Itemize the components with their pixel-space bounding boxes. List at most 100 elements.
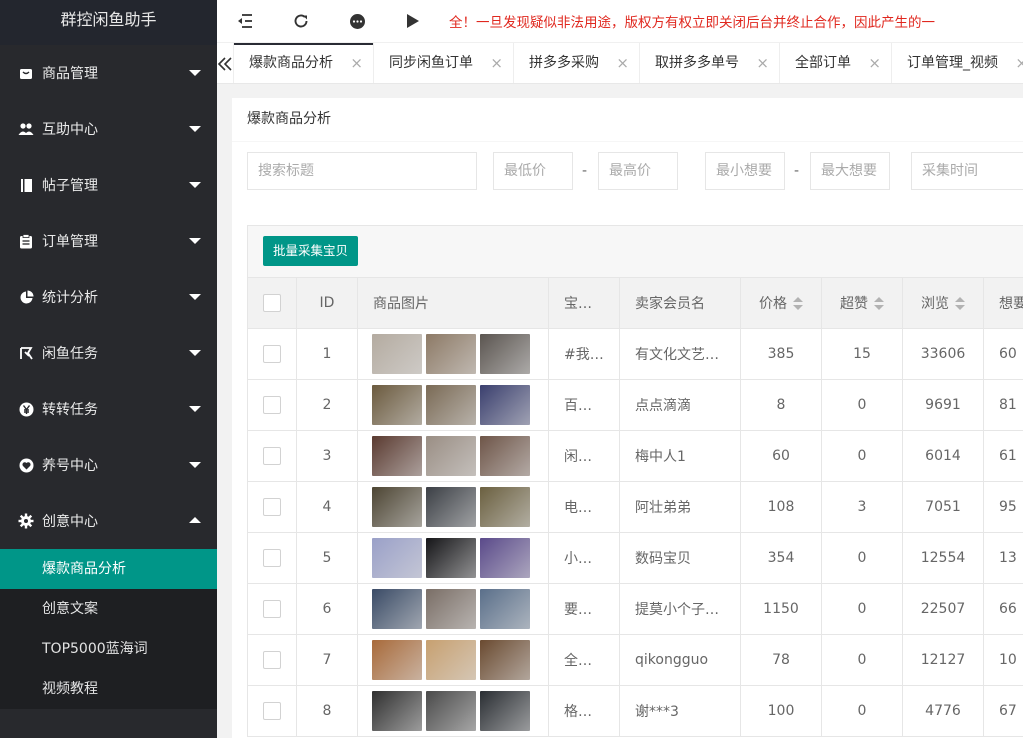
close-icon[interactable]: × <box>350 43 363 83</box>
col-price[interactable]: 价格 <box>740 277 822 329</box>
close-icon[interactable]: × <box>868 43 881 83</box>
product-thumbnail[interactable] <box>372 385 422 425</box>
submenu-item-creative-copy[interactable]: 创意文案 <box>0 589 217 629</box>
row-checkbox[interactable] <box>263 549 281 567</box>
tab-2[interactable]: 同步闲鱼订单 × <box>374 43 514 83</box>
cell-id: 2 <box>296 379 358 431</box>
cell-views: 7051 <box>902 481 984 533</box>
sidebar-item-stats[interactable]: 统计分析 <box>0 269 217 325</box>
row-checkbox[interactable] <box>263 447 281 465</box>
close-icon[interactable]: × <box>756 43 769 83</box>
tab-5[interactable]: 全部订单 × <box>780 43 892 83</box>
submenu-item-top5000-keywords[interactable]: TOP5000蓝海词 <box>0 629 217 669</box>
close-icon[interactable]: × <box>616 43 629 83</box>
product-thumbnail[interactable] <box>372 589 422 629</box>
product-thumbnail[interactable] <box>426 691 476 731</box>
table-row: 5 小… 数码宝贝 354 0 12554 13 <box>247 532 1023 584</box>
row-checkbox[interactable] <box>263 345 281 363</box>
row-select-cell <box>247 634 297 686</box>
sidebar-item-posts[interactable]: 帖子管理 <box>0 157 217 213</box>
product-thumbnail[interactable] <box>372 640 422 680</box>
row-checkbox[interactable] <box>263 600 281 618</box>
product-thumbnail[interactable] <box>426 538 476 578</box>
cell-title: 要… <box>548 583 620 635</box>
max-price-input[interactable]: 最高价 <box>598 152 678 190</box>
sidebar-item-account-care[interactable]: 养号中心 <box>0 437 217 493</box>
pie-chart-icon <box>18 289 34 305</box>
product-thumbnail[interactable] <box>480 334 530 374</box>
batch-collect-button[interactable]: 批量采集宝贝 <box>263 236 359 266</box>
product-thumbnail[interactable] <box>426 640 476 680</box>
product-thumbnail[interactable] <box>426 385 476 425</box>
tab-6[interactable]: 订单管理_视频 × <box>892 43 1023 83</box>
chat-icon[interactable] <box>329 0 385 43</box>
cell-images <box>357 685 549 737</box>
sidebar-item-zhuanzhuan-tasks[interactable]: 转转任务 <box>0 381 217 437</box>
product-thumbnail[interactable] <box>372 436 422 476</box>
product-thumbnail[interactable] <box>480 538 530 578</box>
product-thumbnail[interactable] <box>426 436 476 476</box>
row-checkbox[interactable] <box>263 702 281 720</box>
product-thumbnail[interactable] <box>480 691 530 731</box>
sidebar-item-goods[interactable]: 商品管理 <box>0 45 217 101</box>
cell-want: 13 <box>983 532 1023 584</box>
product-thumbnail[interactable] <box>480 385 530 425</box>
table-row: 7 全… qikongguo 78 0 12127 10 <box>247 634 1023 686</box>
row-checkbox[interactable] <box>263 396 281 414</box>
col-likes[interactable]: 超赞 <box>821 277 903 329</box>
cell-images <box>357 430 549 482</box>
min-want-input[interactable]: 最小想要 <box>705 152 785 190</box>
cell-want: 66 <box>983 583 1023 635</box>
close-icon[interactable]: × <box>490 43 503 83</box>
product-thumbnail[interactable] <box>426 487 476 527</box>
cell-title: 小… <box>548 532 620 584</box>
product-thumbnail[interactable] <box>480 436 530 476</box>
sort-views-icon[interactable] <box>955 297 965 311</box>
cell-want: 60 <box>983 328 1023 380</box>
collapse-menu-icon[interactable] <box>217 0 273 43</box>
cell-want: 81 <box>983 379 1023 431</box>
search-title-input[interactable]: 搜索标题 <box>247 152 477 190</box>
cell-want: 67 <box>983 685 1023 737</box>
sidebar-item-orders[interactable]: 订单管理 <box>0 213 217 269</box>
tab-label: 取拼多多单号 <box>655 55 739 71</box>
max-want-input[interactable]: 最大想要 <box>810 152 890 190</box>
product-thumbnail[interactable] <box>372 487 422 527</box>
cell-id: 6 <box>296 583 358 635</box>
cell-views: 9691 <box>902 379 984 431</box>
product-thumbnail[interactable] <box>372 538 422 578</box>
product-thumbnail[interactable] <box>480 487 530 527</box>
table-row: 3 闲… 梅中人1 60 0 6014 61 <box>247 430 1023 482</box>
tab-1[interactable]: 爆款商品分析 × <box>234 43 374 83</box>
select-all-checkbox[interactable] <box>263 294 281 312</box>
product-thumbnail[interactable] <box>480 640 530 680</box>
sort-likes-icon[interactable] <box>874 297 884 311</box>
cell-seller: 谢***3 <box>619 685 741 737</box>
sidebar-item-creative[interactable]: 创意中心 <box>0 493 217 549</box>
product-thumbnail[interactable] <box>480 589 530 629</box>
collect-time-input[interactable]: 采集时间 <box>911 152 1023 190</box>
sort-price-icon[interactable] <box>793 297 803 311</box>
product-thumbnail[interactable] <box>372 334 422 374</box>
tab-3[interactable]: 拼多多采购 × <box>514 43 640 83</box>
sidebar-item-help[interactable]: 互助中心 <box>0 101 217 157</box>
table-row: 1 #我… 有文化文艺… 385 15 33606 60 <box>247 328 1023 380</box>
product-thumbnail[interactable] <box>426 334 476 374</box>
min-price-input[interactable]: 最低价 <box>493 152 573 190</box>
product-thumbnail[interactable] <box>426 589 476 629</box>
col-views[interactable]: 浏览 <box>902 277 984 329</box>
product-thumbnail[interactable] <box>372 691 422 731</box>
tabs-scroll-left-icon[interactable] <box>217 43 234 83</box>
cell-likes: 3 <box>821 481 903 533</box>
refresh-icon[interactable] <box>273 0 329 43</box>
row-checkbox[interactable] <box>263 498 281 516</box>
submenu-item-hot-products[interactable]: 爆款商品分析 <box>0 549 217 589</box>
row-checkbox[interactable] <box>263 651 281 669</box>
tab-4[interactable]: 取拼多多单号 × <box>640 43 780 83</box>
play-icon[interactable] <box>385 0 441 43</box>
submenu-item-video-tutorials[interactable]: 视频教程 <box>0 669 217 709</box>
table-row: 4 电… 阿壮弟弟 108 3 7051 95 <box>247 481 1023 533</box>
close-icon[interactable]: × <box>1015 43 1023 83</box>
sidebar-item-label: 帖子管理 <box>42 178 98 194</box>
sidebar-item-xianyu-tasks[interactable]: 闲鱼任务 <box>0 325 217 381</box>
